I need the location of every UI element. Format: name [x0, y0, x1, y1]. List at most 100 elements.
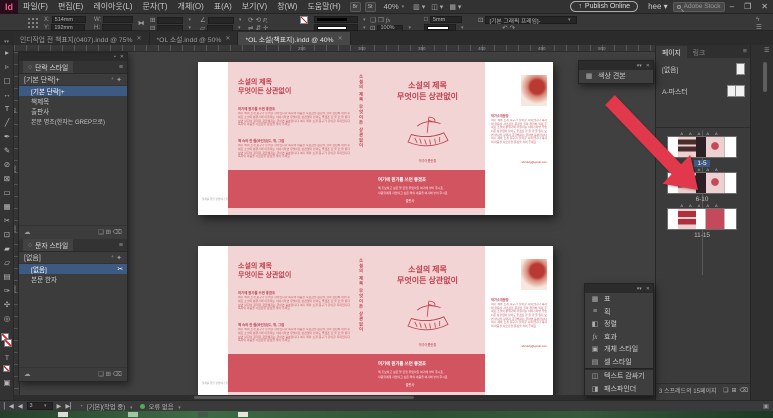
paragraph-style-item[interactable]: 출판사: [19, 106, 127, 116]
pencil-tool[interactable]: ✎: [0, 143, 14, 157]
graphic-frame-style-dropdown[interactable]: [기본 그래픽 프레임]-▾: [485, 16, 577, 24]
restore-button[interactable]: ❐: [739, 2, 756, 11]
close-button[interactable]: ✕: [756, 2, 773, 11]
book-cover-spread-1[interactable]: 날개를 위한 설명이나 추천평이든 뭐든지 소설의 제목무엇이든 상관없이 여기…: [198, 62, 553, 215]
adobe-stock-search[interactable]: Adobe Stock: [673, 2, 725, 12]
note-tool[interactable]: ▤: [0, 269, 14, 283]
character-style-item[interactable]: 본문 한자: [19, 274, 127, 284]
swatches-panel-button[interactable]: ▦ 색상 견본: [579, 70, 653, 83]
ellipse-frame-tool[interactable]: ⊘: [0, 157, 14, 171]
table-panel-button[interactable]: ▦표: [585, 293, 653, 306]
clear-overrides-icon[interactable]: ⁺: [110, 77, 114, 84]
prev-page-button[interactable]: ◀: [18, 403, 23, 410]
object-styles-panel-button[interactable]: ▣개체 스타일: [585, 343, 653, 356]
rotate-ccw-icon[interactable]: ⟲: [255, 16, 260, 24]
y-position-field[interactable]: 192mm: [51, 24, 85, 31]
edit-spread-icon[interactable]: ❏: [723, 387, 728, 394]
panel-menu-icon[interactable]: ☰: [756, 23, 762, 31]
width-field[interactable]: [103, 16, 133, 23]
close-icon[interactable]: ✕: [225, 35, 230, 42]
height-field[interactable]: [102, 24, 132, 31]
document-tab-1[interactable]: 인디작업 전 책표지(0407).indd @ 75%✕: [13, 32, 150, 45]
stroke-color-swatch[interactable]: [4, 339, 12, 347]
clear-overrides-icon[interactable]: ⁺: [110, 255, 114, 262]
paragraph-style-item[interactable]: [기본 단락]+: [19, 86, 127, 96]
close-icon[interactable]: ✕: [646, 286, 650, 292]
user-account-dropdown[interactable]: hee ▾: [643, 2, 673, 11]
new-style-icon[interactable]: ⊞: [106, 371, 111, 378]
screen-mode-button[interactable]: ▣: [0, 375, 14, 389]
tab-pages[interactable]: 페이지: [656, 46, 687, 58]
panel-menu-icon[interactable]: ☰: [764, 47, 769, 54]
new-page-icon[interactable]: ⊞: [731, 387, 736, 394]
first-page-button[interactable]: ▏◀: [4, 403, 14, 410]
style-group-icon[interactable]: ❏: [98, 229, 104, 236]
document-tab-3-active[interactable]: *OL 소설(책표지).indd @ 40%✕: [238, 32, 350, 45]
delete-page-icon[interactable]: ⌫: [740, 387, 748, 394]
stock-icon[interactable]: St: [365, 2, 376, 12]
menu-type[interactable]: 문자(T): [138, 1, 173, 12]
rectangle-frame-tool[interactable]: ⊠: [0, 171, 14, 185]
arrange-documents-dropdown[interactable]: ▦ ▾: [449, 3, 461, 11]
tab-links[interactable]: 링크: [687, 46, 712, 58]
x-position-field[interactable]: 514mm: [52, 16, 86, 23]
free-transform-tool[interactable]: ⊡: [0, 227, 14, 241]
style-group-icon[interactable]: ❏: [98, 371, 104, 378]
table-tool[interactable]: ▦: [0, 199, 14, 213]
drop-shadow-icon[interactable]: ❒: [378, 16, 384, 24]
constrain-link-icon[interactable]: ⧓: [138, 19, 145, 27]
document-tab-2[interactable]: *OL 소설.indd @ 50%✕: [150, 32, 239, 45]
screen-mode-dropdown[interactable]: ▥ ▾: [413, 3, 425, 11]
apply-none-button[interactable]: [3, 365, 10, 372]
pen-tool[interactable]: ✒: [0, 129, 14, 143]
view-options-dropdown[interactable]: ◫ ▾: [431, 3, 443, 11]
swatch-dropdown[interactable]: [424, 24, 456, 31]
close-icon[interactable]: ✕: [120, 54, 124, 60]
panel-menu-icon[interactable]: ≡: [743, 48, 750, 55]
zoom-level-dropdown[interactable]: 40%: [384, 2, 399, 11]
collapse-icon[interactable]: ▾▾: [637, 286, 642, 292]
spread-label-3[interactable]: 11-15: [656, 232, 748, 239]
last-page-button[interactable]: ▶▏: [65, 403, 75, 410]
collapse-icon[interactable]: ▾▾: [637, 63, 642, 69]
menu-object[interactable]: 개체(O): [172, 1, 208, 12]
hand-tool[interactable]: ✣: [0, 297, 14, 311]
align-panel-button[interactable]: ◧정렬: [585, 318, 653, 331]
minimize-button[interactable]: –: [725, 2, 739, 11]
cc-sync-icon[interactable]: ☁: [24, 370, 31, 378]
master-none-row[interactable]: [없음]: [656, 63, 751, 75]
close-icon[interactable]: ✕: [338, 35, 343, 42]
rectangle-tool[interactable]: ▭: [0, 185, 14, 199]
spread-thumbnail-3[interactable]: [667, 208, 737, 230]
close-icon[interactable]: ✕: [137, 35, 142, 42]
menu-edit[interactable]: 편집(E): [53, 1, 88, 12]
panel-menu-icon[interactable]: ≡: [119, 64, 123, 71]
stroke-panel-button[interactable]: ≡획: [585, 306, 653, 319]
cell-styles-panel-button[interactable]: ▤셀 스타일: [585, 356, 653, 369]
pin-icon[interactable]: ✦: [116, 77, 122, 84]
collapse-icon[interactable]: ▪: [114, 54, 116, 60]
stroke-weight-dropdown[interactable]: [314, 16, 358, 23]
stroke-type-dropdown[interactable]: [314, 24, 358, 31]
menu-view[interactable]: 보기(V): [237, 1, 272, 12]
book-cover-spread-2[interactable]: 날개를 위한 설명이나 추천평이든 뭐든지 소설의 제목무엇이든 상관없이 여기…: [198, 246, 553, 399]
character-styles-tab[interactable]: ○문자 스타일 ≡: [19, 239, 127, 252]
effects-panel-button[interactable]: fx효과: [585, 331, 653, 344]
cc-sync-icon[interactable]: ☁: [24, 228, 31, 236]
type-tool[interactable]: T: [0, 101, 14, 115]
delete-style-icon[interactable]: ⌫: [113, 229, 122, 236]
direct-selection-tool[interactable]: ▹: [0, 59, 14, 73]
panel-menu-icon[interactable]: ≡: [119, 242, 123, 249]
paragraph-style-item[interactable]: 본문 명조(한자는 GREP으로): [19, 116, 127, 126]
gradient-feather-tool[interactable]: ▱: [0, 255, 14, 269]
page-tool[interactable]: ▢: [0, 73, 14, 87]
next-page-button[interactable]: ▶: [57, 403, 62, 410]
close-icon[interactable]: ✕: [646, 63, 650, 69]
preflight-status-dropdown[interactable]: 오류 없음 ▾: [149, 402, 184, 411]
panel-grid-icon[interactable]: ▣: [763, 403, 769, 410]
spread-label-2[interactable]: 6-10: [656, 196, 748, 203]
reference-point-proxy[interactable]: [27, 17, 38, 28]
line-tool[interactable]: ╱: [0, 115, 14, 129]
bridge-icon[interactable]: Br: [350, 2, 361, 12]
paragraph-style-item[interactable]: 책제목: [19, 96, 127, 106]
